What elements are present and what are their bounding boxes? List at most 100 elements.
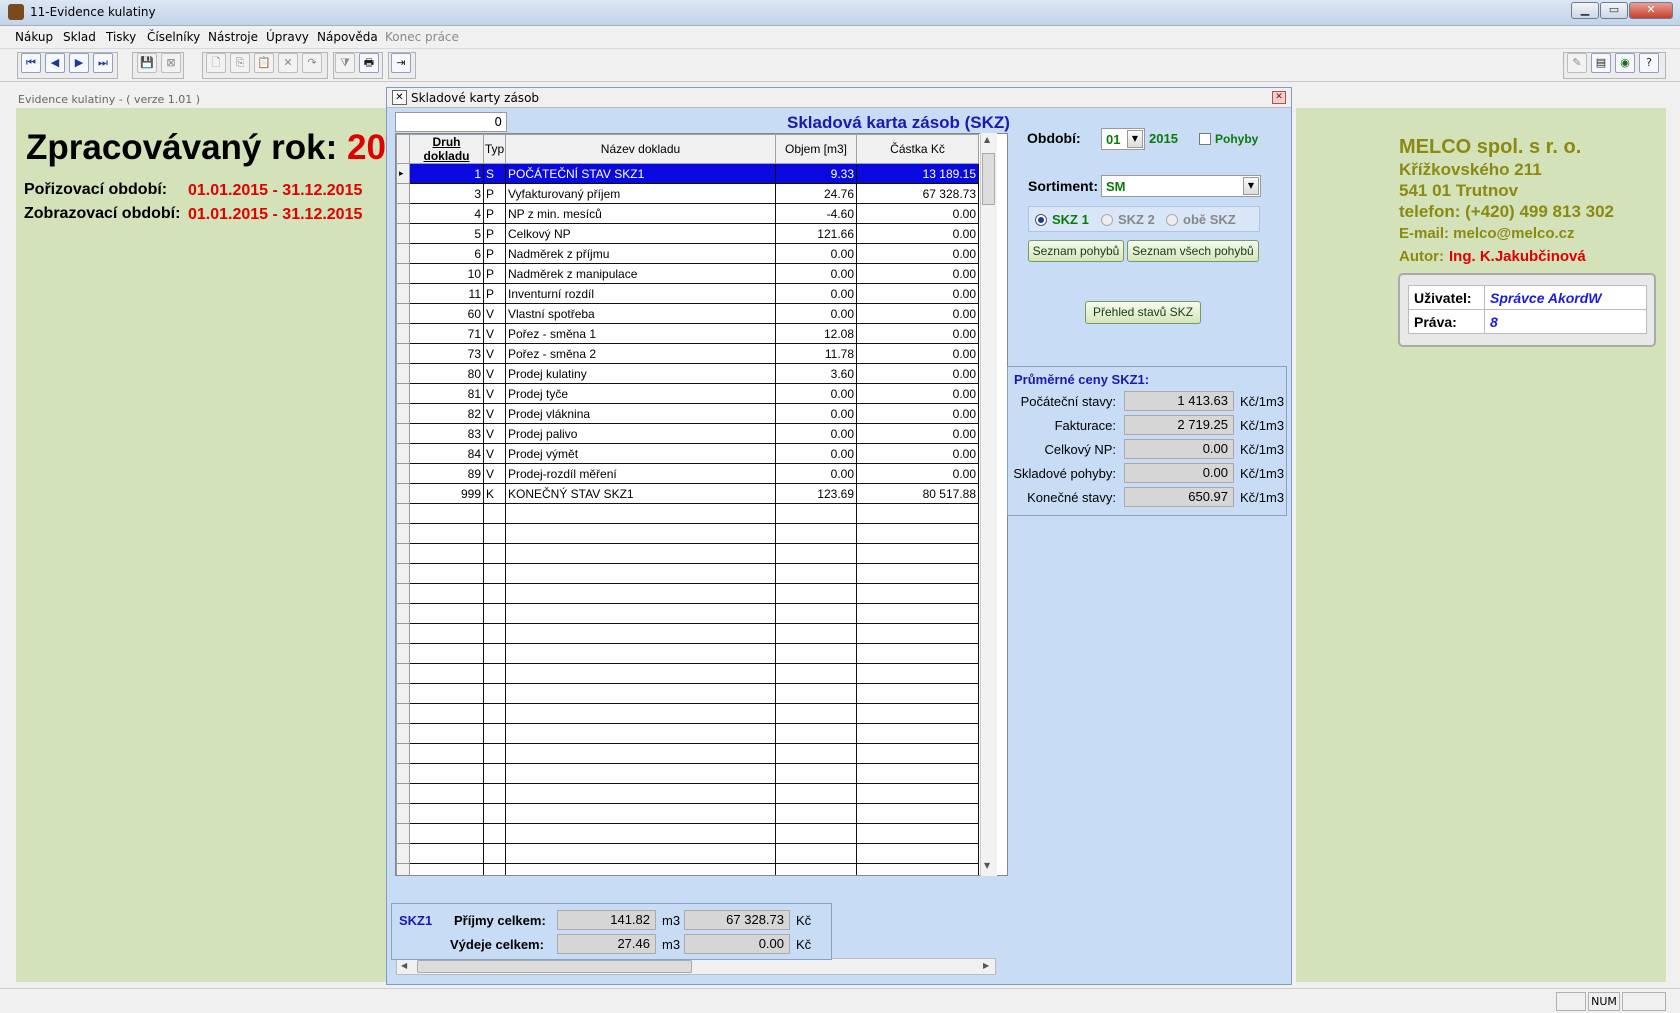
save-icon[interactable]: 💾 bbox=[137, 53, 157, 73]
table-row[interactable]: 73 V Pořez - směna 2 11.78 0.00 bbox=[396, 343, 979, 364]
menu-nakup[interactable]: Nákup bbox=[15, 30, 53, 44]
cell-castka[interactable]: 0.00 bbox=[856, 223, 979, 244]
filter-icon[interactable]: ⧩ bbox=[335, 53, 355, 73]
cell-druh[interactable]: 6 bbox=[409, 243, 484, 264]
close-window-button[interactable]: ✕ bbox=[1629, 2, 1673, 19]
table-row[interactable]: 82 V Prodej vláknina 0.00 0.00 bbox=[396, 403, 979, 424]
cell-typ[interactable]: P bbox=[483, 283, 506, 304]
seznam-vsech-pohybu-button[interactable]: Seznam všech pohybů bbox=[1127, 240, 1259, 262]
row-indicator[interactable] bbox=[396, 403, 410, 424]
chevron-down-icon[interactable]: ▼ bbox=[1127, 130, 1143, 148]
row-indicator[interactable] bbox=[396, 363, 410, 384]
sortiment-select[interactable]: SM ▼ bbox=[1101, 175, 1261, 197]
cell-castka[interactable]: 0.00 bbox=[856, 463, 979, 484]
cell-druh[interactable]: 10 bbox=[409, 263, 484, 284]
print-icon[interactable]: 🖶 bbox=[359, 53, 379, 73]
row-indicator[interactable] bbox=[396, 323, 410, 344]
first-record-icon[interactable]: ⏮ bbox=[21, 53, 41, 73]
table-row[interactable]: 5 P Celkový NP 121.66 0.00 bbox=[396, 223, 979, 244]
row-pointer-icon[interactable]: ▸ bbox=[396, 163, 410, 184]
grid-vertical-scrollbar[interactable]: ▲ ▼ bbox=[980, 133, 997, 876]
row-indicator[interactable] bbox=[396, 463, 410, 484]
cell-castka[interactable]: 0.00 bbox=[856, 363, 979, 384]
cell-objem[interactable]: 11.78 bbox=[775, 343, 857, 364]
last-record-icon[interactable]: ⏭ bbox=[93, 53, 113, 73]
row-indicator[interactable] bbox=[396, 343, 410, 364]
table-row[interactable]: 6 P Nadměrek z příjmu 0.00 0.00 bbox=[396, 243, 979, 264]
radio-skz2[interactable] bbox=[1101, 214, 1113, 226]
stock-grid[interactable]: Druh dokladu Typ Název dokladu Objem [m3… bbox=[395, 133, 1008, 876]
table-row[interactable]: ▸ 1 S POČÁTEČNÍ STAV SKZ1 9.33 13 189.15 bbox=[396, 163, 979, 184]
cell-objem[interactable]: 0.00 bbox=[775, 243, 857, 264]
seznam-pohybu-button[interactable]: Seznam pohybů bbox=[1028, 240, 1124, 262]
menu-sklad[interactable]: Sklad bbox=[63, 30, 96, 44]
copy-icon[interactable]: ⎘ bbox=[230, 53, 250, 73]
cell-typ[interactable]: V bbox=[483, 463, 506, 484]
col-nazev-dokladu[interactable]: Název dokladu bbox=[505, 134, 776, 164]
cell-castka[interactable]: 0.00 bbox=[856, 283, 979, 304]
list-tool-icon[interactable]: ▤ bbox=[1591, 53, 1611, 73]
cell-nazev[interactable]: Prodej tyče bbox=[505, 383, 776, 404]
menu-napoveda[interactable]: Nápověda bbox=[317, 30, 378, 44]
cell-druh[interactable]: 71 bbox=[409, 323, 484, 344]
cell-castka[interactable]: 80 517.88 bbox=[856, 483, 979, 504]
delete-icon[interactable]: ✕ bbox=[278, 53, 298, 73]
row-indicator[interactable] bbox=[396, 183, 410, 204]
cell-nazev[interactable]: Prodej palivo bbox=[505, 423, 776, 444]
cell-castka[interactable]: 67 328.73 bbox=[856, 183, 979, 204]
cancel-icon[interactable]: ⊠ bbox=[161, 53, 181, 73]
menu-nastroje[interactable]: Nástroje bbox=[208, 30, 258, 44]
col-castka[interactable]: Částka Kč bbox=[856, 134, 979, 164]
minimize-button[interactable]: ▁ bbox=[1571, 2, 1599, 19]
cell-typ[interactable]: V bbox=[483, 363, 506, 384]
cell-castka[interactable]: 0.00 bbox=[856, 343, 979, 364]
cell-castka[interactable]: 0.00 bbox=[856, 323, 979, 344]
cell-typ[interactable]: K bbox=[483, 483, 506, 504]
scroll-right-icon[interactable]: ▶ bbox=[983, 961, 989, 970]
cell-druh[interactable]: 4 bbox=[409, 203, 484, 224]
col-objem[interactable]: Objem [m3] bbox=[775, 134, 857, 164]
cell-typ[interactable]: P bbox=[483, 223, 506, 244]
cell-objem[interactable]: 0.00 bbox=[775, 383, 857, 404]
cell-castka[interactable]: 0.00 bbox=[856, 263, 979, 284]
cell-objem[interactable]: 0.00 bbox=[775, 463, 857, 484]
cell-nazev[interactable]: Pořez - směna 1 bbox=[505, 323, 776, 344]
cell-nazev[interactable]: Vlastní spotřeba bbox=[505, 303, 776, 324]
redo-icon[interactable]: ↷ bbox=[302, 53, 322, 73]
pohyby-checkbox[interactable] bbox=[1199, 133, 1211, 145]
cell-castka[interactable]: 0.00 bbox=[856, 383, 979, 404]
cell-druh[interactable]: 5 bbox=[409, 223, 484, 244]
cell-typ[interactable]: P bbox=[483, 183, 506, 204]
radio-obe[interactable] bbox=[1166, 214, 1178, 226]
cell-typ[interactable]: V bbox=[483, 443, 506, 464]
vscroll-thumb[interactable] bbox=[982, 153, 995, 205]
cell-nazev[interactable]: Inventurní rozdíl bbox=[505, 283, 776, 304]
table-row[interactable]: 71 V Pořez - směna 1 12.08 0.00 bbox=[396, 323, 979, 344]
cell-castka[interactable]: 13 189.15 bbox=[856, 163, 979, 184]
cell-typ[interactable]: P bbox=[483, 203, 506, 224]
row-indicator[interactable] bbox=[396, 223, 410, 244]
cell-druh[interactable]: 89 bbox=[409, 463, 484, 484]
cell-objem[interactable]: 9.33 bbox=[775, 163, 857, 184]
cell-druh[interactable]: 73 bbox=[409, 343, 484, 364]
dialog-close-button[interactable]: ✕ bbox=[1272, 91, 1286, 104]
cell-typ[interactable]: V bbox=[483, 403, 506, 424]
radio-skz1[interactable] bbox=[1035, 214, 1047, 226]
cell-castka[interactable]: 0.00 bbox=[856, 423, 979, 444]
cell-objem[interactable]: 24.76 bbox=[775, 183, 857, 204]
row-indicator[interactable] bbox=[396, 283, 410, 304]
cell-castka[interactable]: 0.00 bbox=[856, 303, 979, 324]
row-indicator[interactable] bbox=[396, 203, 410, 224]
cell-nazev[interactable]: Prodej-rozdíl měření bbox=[505, 463, 776, 484]
table-row[interactable]: 4 P NP z min. mesíců -4.60 0.00 bbox=[396, 203, 979, 224]
cell-objem[interactable]: -4.60 bbox=[775, 203, 857, 224]
cell-druh[interactable]: 999 bbox=[409, 483, 484, 504]
cell-typ[interactable]: V bbox=[483, 423, 506, 444]
cell-objem[interactable]: 123.69 bbox=[775, 483, 857, 504]
table-row[interactable]: 999 K KONEČNÝ STAV SKZ1 123.69 80 517.88 bbox=[396, 483, 979, 504]
row-indicator[interactable] bbox=[396, 383, 410, 404]
cell-typ[interactable]: V bbox=[483, 323, 506, 344]
cell-objem[interactable]: 12.08 bbox=[775, 323, 857, 344]
cell-objem[interactable]: 0.00 bbox=[775, 263, 857, 284]
edit-tool-icon[interactable]: ✎ bbox=[1567, 53, 1587, 73]
